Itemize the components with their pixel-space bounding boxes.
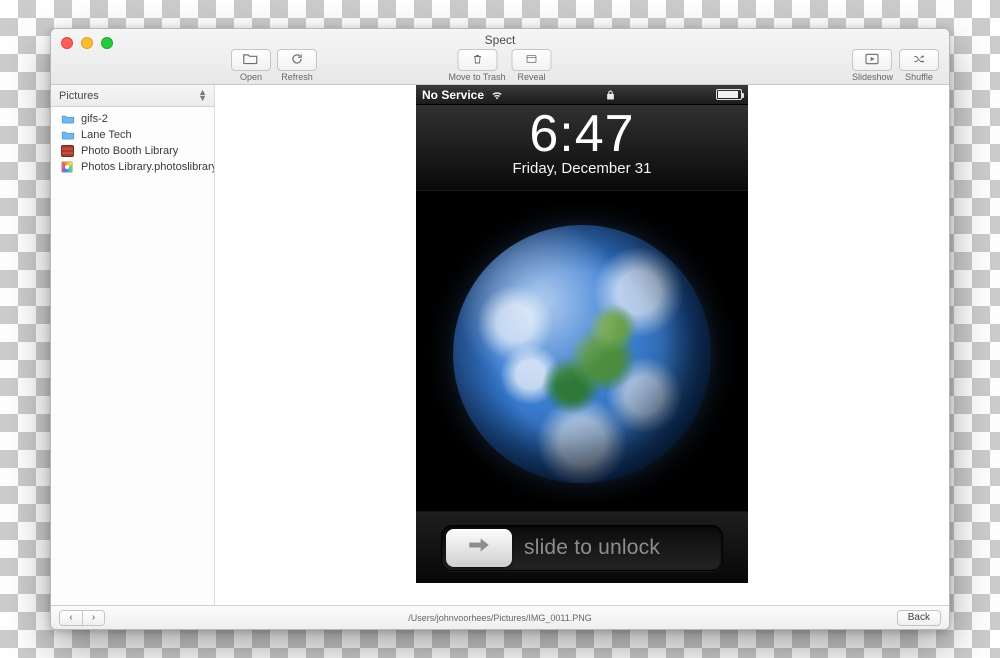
slideshow-button[interactable] (852, 49, 892, 71)
window-title: Spect (51, 33, 949, 47)
app-window: Spect Open Re (50, 28, 950, 630)
folder-icon (61, 129, 75, 141)
status-bar: No Service (416, 85, 748, 105)
sidebar-item-label: Lane Tech (81, 129, 132, 141)
sidebar-header[interactable]: Pictures ▲▼ (51, 85, 214, 107)
sidebar-item-label: Photos Library.photoslibrary (81, 161, 214, 173)
reveal-label: Reveal (518, 72, 546, 82)
refresh-label: Refresh (281, 72, 313, 82)
back-button[interactable]: Back (897, 610, 941, 626)
clock-band: 6:47 Friday, December 31 (416, 105, 748, 191)
move-to-trash-button[interactable] (457, 49, 497, 71)
slideshow-label: Slideshow (852, 72, 893, 82)
nav-forward-button[interactable]: › (82, 611, 104, 625)
open-button[interactable] (231, 49, 271, 71)
footer-bar: ‹ › /Users/johnvoorhees/Pictures/IMG_001… (51, 605, 949, 629)
lockscreen-time: 6:47 (416, 105, 748, 162)
sort-stepper-icon[interactable]: ▲▼ (198, 90, 206, 101)
photo-booth-icon (61, 145, 75, 157)
toolbar: Open Refresh (51, 49, 949, 85)
photos-library-icon (61, 161, 75, 173)
lockscreen-date: Friday, December 31 (416, 160, 748, 177)
trash-icon (471, 52, 483, 69)
slideshow-icon (863, 53, 881, 68)
lock-icon (606, 89, 615, 101)
sidebar-item-label: gifs-2 (81, 113, 108, 125)
refresh-icon (290, 52, 304, 69)
open-label: Open (240, 72, 262, 82)
slide-text: slide to unlock (524, 536, 660, 560)
sidebar-item-gifs-2[interactable]: gifs-2 (51, 111, 214, 127)
chevron-right-icon: › (92, 612, 95, 623)
sidebar-item-photos-library[interactable]: Photos Library.photoslibrary (51, 159, 214, 175)
history-nav: ‹ › (59, 610, 105, 626)
reveal-button[interactable] (512, 49, 552, 71)
back-button-label: Back (908, 612, 930, 623)
sidebar: Pictures ▲▼ gifs-2 Lane Tech (51, 85, 215, 605)
iphone-lockscreen-image: No Service 6:47 Friday, December 31 (416, 85, 748, 583)
sidebar-item-lane-tech[interactable]: Lane Tech (51, 127, 214, 143)
slide-to-unlock[interactable]: slide to unlock (441, 525, 723, 571)
shuffle-icon (911, 53, 927, 68)
sidebar-item-label: Photo Booth Library (81, 145, 178, 157)
arrow-right-icon (466, 535, 492, 560)
nav-back-button[interactable]: ‹ (60, 611, 82, 625)
shuffle-button[interactable] (899, 49, 939, 71)
wallpaper (416, 197, 748, 511)
sidebar-list: gifs-2 Lane Tech Photo Booth Library Pho… (51, 107, 214, 179)
sidebar-item-photo-booth[interactable]: Photo Booth Library (51, 143, 214, 159)
shuffle-label: Shuffle (905, 72, 933, 82)
trash-label: Move to Trash (448, 72, 505, 82)
carrier-text: No Service (422, 88, 484, 102)
slide-band: slide to unlock (416, 511, 748, 583)
folder-icon (61, 113, 75, 125)
earth-icon (453, 225, 711, 483)
open-folder-icon (242, 52, 260, 68)
wifi-icon (490, 89, 504, 100)
chevron-left-icon: ‹ (69, 612, 72, 623)
titlebar: Spect Open Re (51, 29, 949, 85)
image-viewer: No Service 6:47 Friday, December 31 (215, 85, 949, 605)
file-path: /Users/johnvoorhees/Pictures/IMG_0011.PN… (408, 613, 591, 623)
slide-knob[interactable] (446, 529, 512, 567)
reveal-icon (524, 53, 540, 68)
battery-icon (716, 89, 742, 100)
refresh-button[interactable] (277, 49, 317, 71)
sidebar-header-label: Pictures (59, 90, 99, 102)
